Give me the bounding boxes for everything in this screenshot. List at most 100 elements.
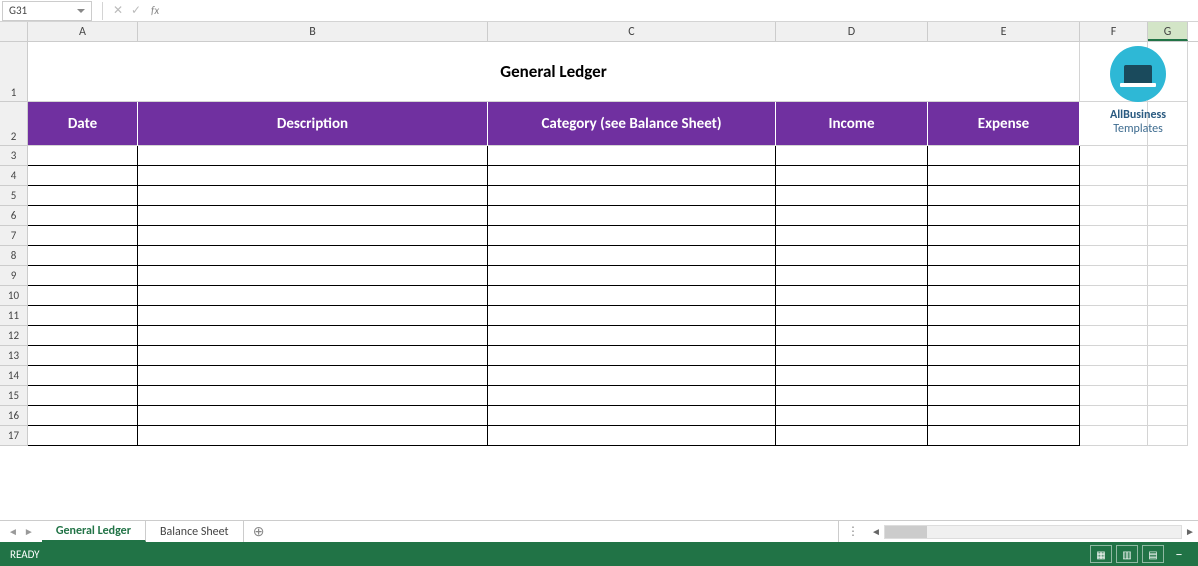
cell[interactable] [488,166,776,186]
cell[interactable] [928,186,1080,206]
row-header[interactable]: 10 [0,286,28,306]
cell[interactable] [488,326,776,346]
row-header[interactable]: 7 [0,226,28,246]
cell[interactable] [928,166,1080,186]
cell[interactable] [928,346,1080,366]
cell[interactable] [1080,266,1148,286]
cell[interactable] [28,386,138,406]
cell[interactable] [1148,206,1188,226]
cell[interactable] [138,326,488,346]
row-header[interactable]: 8 [0,246,28,266]
cell[interactable] [776,246,928,266]
select-all-corner[interactable] [0,22,28,41]
cell[interactable] [776,206,928,226]
cell[interactable] [488,386,776,406]
cell[interactable] [1148,366,1188,386]
cell[interactable] [28,346,138,366]
cell[interactable] [28,226,138,246]
cell[interactable] [138,406,488,426]
row-header[interactable]: 6 [0,206,28,226]
cell[interactable] [138,146,488,166]
cell[interactable] [1148,306,1188,326]
page-break-view-icon[interactable]: ▤ [1142,545,1164,563]
cell[interactable] [928,326,1080,346]
cell[interactable] [1080,326,1148,346]
cell[interactable] [138,246,488,266]
row-header[interactable]: 15 [0,386,28,406]
cell[interactable] [28,246,138,266]
cell[interactable] [928,226,1080,246]
cell[interactable] [1148,426,1188,446]
cell[interactable] [28,326,138,346]
cell[interactable] [488,426,776,446]
column-header[interactable]: D [776,22,928,41]
cell[interactable] [1080,206,1148,226]
cell[interactable] [138,226,488,246]
column-header[interactable]: A [28,22,138,41]
column-header[interactable]: F [1080,22,1148,41]
scroll-track[interactable] [884,525,1182,539]
row-header[interactable]: 5 [0,186,28,206]
cell[interactable] [138,426,488,446]
cell[interactable] [928,306,1080,326]
cell[interactable] [776,366,928,386]
ledger-title[interactable]: General Ledger [28,42,1080,102]
cell[interactable] [1148,226,1188,246]
page-layout-view-icon[interactable]: ▥ [1116,545,1138,563]
header-description[interactable]: Description [138,102,488,146]
zoom-out-icon[interactable]: − [1170,546,1188,563]
sheet-tab[interactable]: Balance Sheet [146,521,244,542]
cell[interactable] [776,166,928,186]
cell[interactable] [1080,386,1148,406]
accept-formula-icon[interactable]: ✓ [127,3,145,18]
cell[interactable] [928,286,1080,306]
row-header[interactable]: 3 [0,146,28,166]
chevron-down-icon[interactable] [77,9,85,13]
cell[interactable] [776,406,928,426]
cell[interactable] [776,226,928,246]
cell[interactable] [488,246,776,266]
cell[interactable] [28,206,138,226]
row-header[interactable]: 16 [0,406,28,426]
cell[interactable] [138,206,488,226]
header-expense[interactable]: Expense [928,102,1080,146]
cell[interactable] [776,266,928,286]
column-header[interactable]: G [1148,22,1188,41]
name-box[interactable]: G31 [2,1,92,21]
cell[interactable] [928,266,1080,286]
cell[interactable] [776,346,928,366]
column-header[interactable]: B [138,22,488,41]
cell[interactable] [488,366,776,386]
scroll-right-icon[interactable]: ► [1182,525,1198,538]
tab-prev-icon[interactable]: ◄ [8,525,18,538]
cell[interactable] [138,346,488,366]
row-header[interactable]: 1 [0,42,28,102]
column-header[interactable]: E [928,22,1080,41]
cell[interactable] [1080,186,1148,206]
cell[interactable] [488,306,776,326]
spreadsheet-grid[interactable]: A B C D E F G 1 General Ledger 2 Date De… [0,22,1198,520]
cell[interactable] [928,426,1080,446]
tab-split-handle[interactable]: ⋮ [839,524,868,539]
cell[interactable] [1148,346,1188,366]
cell[interactable] [28,166,138,186]
cell[interactable] [488,266,776,286]
fx-label[interactable]: fx [151,4,159,17]
row-header[interactable]: 2 [0,102,28,146]
cell[interactable] [138,386,488,406]
cell[interactable] [138,286,488,306]
cell[interactable] [928,246,1080,266]
sheet-tab[interactable]: General Ledger [42,521,146,542]
cell[interactable] [1080,366,1148,386]
cell[interactable] [138,186,488,206]
header-category[interactable]: Category (see Balance Sheet) [488,102,776,146]
cell[interactable] [1080,346,1148,366]
cell[interactable] [1080,226,1148,246]
cell[interactable] [138,366,488,386]
cell[interactable] [488,206,776,226]
cell[interactable] [776,386,928,406]
cell[interactable] [488,406,776,426]
cell[interactable] [776,326,928,346]
cell[interactable] [488,146,776,166]
cell[interactable] [1080,146,1148,166]
